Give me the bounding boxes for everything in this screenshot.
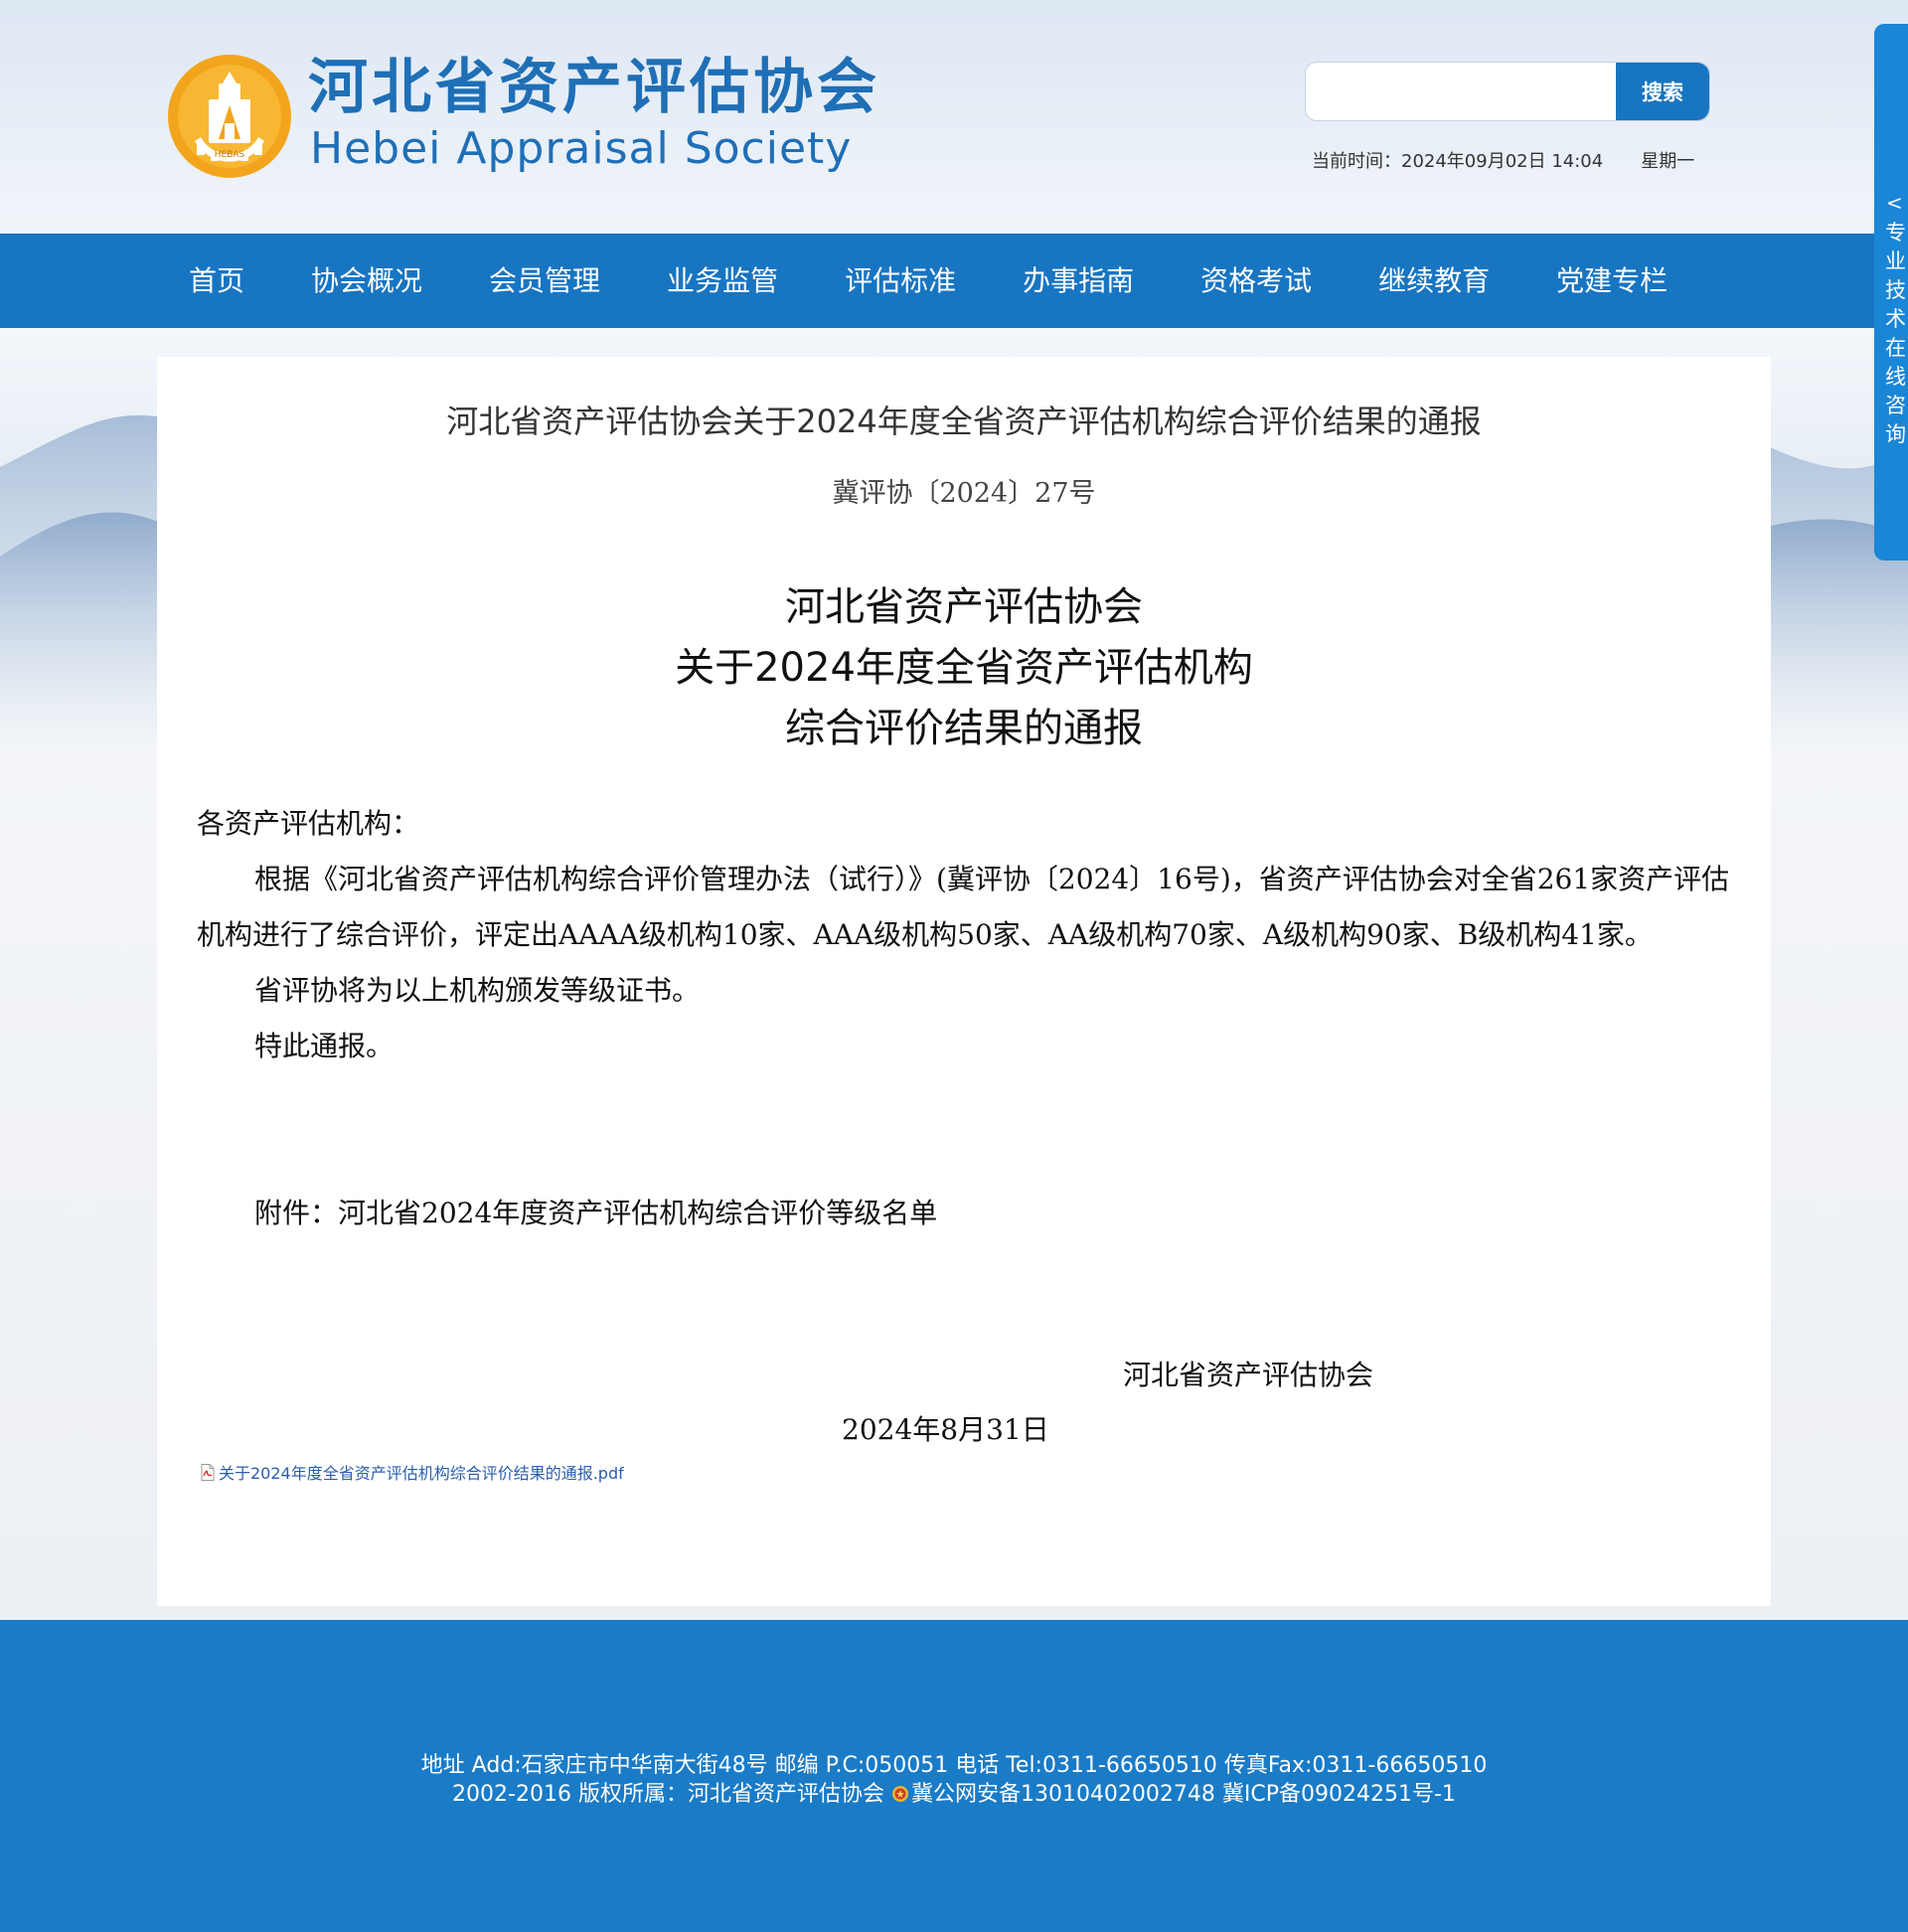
pdf-file-icon <box>201 1463 215 1481</box>
search-button[interactable]: 搜索 <box>1616 63 1709 120</box>
current-time: 当前时间：2024年09月02日 14:04 星期一 <box>1312 147 1694 173</box>
heading-line-3: 综合评价结果的通报 <box>785 706 1143 751</box>
pdf-attachment-link[interactable]: 关于2024年度全省资产评估机构综合评价结果的通报.pdf <box>201 1460 624 1484</box>
nav-item-members[interactable]: 会员管理 <box>467 234 622 328</box>
weekday: 星期一 <box>1641 151 1695 172</box>
online-consult-label: 专业技术在线咨询 <box>1885 221 1906 446</box>
chevron-left-icon: < <box>1886 191 1903 215</box>
pdf-link-text[interactable]: 关于2024年度全省资产评估机构综合评价结果的通报.pdf <box>219 1460 624 1484</box>
society-emblem-icon[interactable]: HEBAS <box>167 54 292 179</box>
body-paragraph: 特此通报。 <box>254 1030 395 1062</box>
salutation: 各资产评估机构： <box>197 807 420 840</box>
site-header: HEBAS 河北省资产评估协会 Hebei Appraisal Society … <box>0 0 1908 234</box>
copyright-text: 2002-2016 版权所属：河北省资产评估协会 <box>452 1782 891 1807</box>
article-card: 河北省资产评估协会关于2024年度全省资产评估机构综合评价结果的通报 冀评协〔2… <box>157 357 1771 1606</box>
article-body: 各资产评估机构： 根据《河北省资产评估机构综合评价管理办法（试行）》(冀评协〔2… <box>197 796 1747 1074</box>
footer-contact: 地址 Add:石家庄市中华南大街48号 邮编 P.C:050051 电话 Tel… <box>420 1753 1488 1778</box>
site-footer: 地址 Add:石家庄市中华南大街48号 邮编 P.C:050051 电话 Tel… <box>0 1620 1908 1932</box>
site-logo-chinese[interactable]: 河北省资产评估协会 <box>308 52 880 123</box>
attachment-note: 附件：河北省2024年度资产评估机构综合评价等级名单 <box>254 1197 938 1229</box>
police-badge-icon <box>891 1786 908 1802</box>
search-form: 搜索 <box>1305 62 1710 121</box>
nav-item-guide[interactable]: 办事指南 <box>1001 234 1156 328</box>
signature-date: 2024年8月31日 <box>842 1413 1049 1446</box>
online-consult-tab[interactable]: < 专业技术在线咨询 <box>1874 24 1908 561</box>
nav-item-standards[interactable]: 评估标准 <box>823 234 978 328</box>
nav-item-home[interactable]: 首页 <box>167 234 266 328</box>
time-label: 当前时间： <box>1312 151 1401 172</box>
article-heading: 河北省资产评估协会 关于2024年度全省资产评估机构 综合评价结果的通报 <box>157 577 1771 759</box>
nav-item-supervision[interactable]: 业务监管 <box>645 234 800 328</box>
heading-line-1: 河北省资产评估协会 <box>785 584 1143 630</box>
main-nav: 首页 协会概况 会员管理 业务监管 评估标准 办事指南 资格考试 继续教育 党建… <box>0 234 1908 328</box>
document-number: 冀评协〔2024〕27号 <box>832 478 1096 509</box>
signature-organization: 河北省资产评估协会 <box>1123 1359 1374 1391</box>
time-value: 2024年09月02日 14:04 <box>1401 151 1604 172</box>
body-paragraph: 省评协将为以上机构颁发等级证书。 <box>254 974 701 1007</box>
search-input[interactable] <box>1306 63 1616 120</box>
nav-item-exams[interactable]: 资格考试 <box>1179 234 1334 328</box>
nav-item-party[interactable]: 党建专栏 <box>1534 234 1689 328</box>
body-paragraph: 根据《河北省资产评估机构综合评价管理办法（试行）》(冀评协〔2024〕16号)，… <box>197 863 1730 951</box>
heading-line-2: 关于2024年度全省资产评估机构 <box>675 645 1253 691</box>
nav-item-about[interactable]: 协会概况 <box>289 234 444 328</box>
article-title: 河北省资产评估协会关于2024年度全省资产评估机构综合评价结果的通报 <box>446 402 1482 440</box>
icp-record-link[interactable]: 冀公网安备13010402002748 冀ICP备09024251号-1 <box>911 1782 1456 1807</box>
footer-copyright: 2002-2016 版权所属：河北省资产评估协会 冀公网安备1301040200… <box>0 1776 1908 1808</box>
site-logo-english[interactable]: Hebei Appraisal Society <box>310 121 852 177</box>
emblem-text: HEBAS <box>215 150 245 160</box>
nav-item-education[interactable]: 继续教育 <box>1356 234 1511 328</box>
